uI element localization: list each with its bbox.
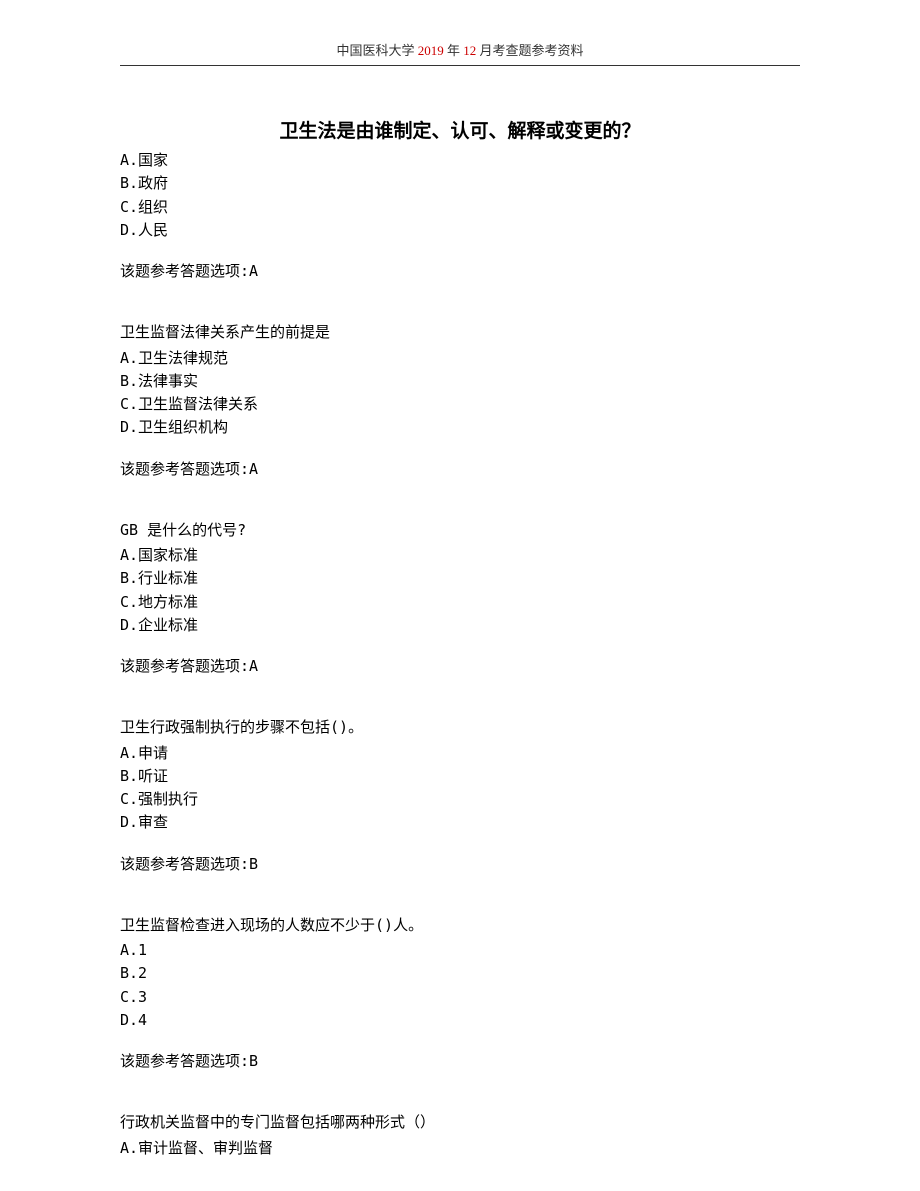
- page-header: 中国医科大学 2019 年 12 月考查题参考资料: [120, 40, 800, 66]
- answer-text: 该题参考答题选项:A: [120, 655, 800, 678]
- option-c: C.地方标准: [120, 591, 800, 614]
- option-c: C.3: [120, 986, 800, 1009]
- question-stem: 卫生行政强制执行的步骤不包括()。: [120, 716, 800, 739]
- question-block: 卫生监督检查进入现场的人数应不少于()人。 A.1 B.2 C.3 D.4 该题…: [120, 914, 800, 1074]
- header-mid: 年: [447, 43, 460, 58]
- answer-text: 该题参考答题选项:B: [120, 853, 800, 876]
- option-d: D.人民: [120, 219, 800, 242]
- question-stem: 行政机关监督中的专门监督包括哪两种形式（）: [120, 1111, 800, 1134]
- option-a: A.卫生法律规范: [120, 347, 800, 370]
- header-suffix: 月考查题参考资料: [480, 43, 584, 58]
- option-a: A.审计监督、审判监督: [120, 1137, 800, 1160]
- header-year: 2019: [414, 43, 447, 58]
- header-month: 12: [460, 43, 480, 58]
- header-prefix: 中国医科大学: [336, 43, 414, 58]
- question-block: 卫生监督法律关系产生的前提是 A.卫生法律规范 B.法律事实 C.卫生监督法律关…: [120, 321, 800, 481]
- option-d: D.审查: [120, 811, 800, 834]
- option-a: A.申请: [120, 742, 800, 765]
- option-b: B.2: [120, 962, 800, 985]
- option-c: C.强制执行: [120, 788, 800, 811]
- option-b: B.法律事实: [120, 370, 800, 393]
- question-block: 卫生行政强制执行的步骤不包括()。 A.申请 B.听证 C.强制执行 D.审查 …: [120, 716, 800, 876]
- question-stem: GB 是什么的代号?: [120, 519, 800, 542]
- option-a: A.国家标准: [120, 544, 800, 567]
- question-stem: 卫生监督法律关系产生的前提是: [120, 321, 800, 344]
- option-d: D.卫生组织机构: [120, 416, 800, 439]
- answer-text: 该题参考答题选项:B: [120, 1050, 800, 1073]
- option-b: B.听证: [120, 765, 800, 788]
- option-d: D.4: [120, 1009, 800, 1032]
- option-b: B.行业标准: [120, 567, 800, 590]
- option-c: C.组织: [120, 196, 800, 219]
- content-body: A.国家 B.政府 C.组织 D.人民 该题参考答题选项:A 卫生监督法律关系产…: [120, 149, 800, 1160]
- option-d: D.企业标准: [120, 614, 800, 637]
- option-b: B.政府: [120, 172, 800, 195]
- question-block: GB 是什么的代号? A.国家标准 B.行业标准 C.地方标准 D.企业标准 该…: [120, 519, 800, 679]
- question-stem: 卫生监督检查进入现场的人数应不少于()人。: [120, 914, 800, 937]
- option-a: A.1: [120, 939, 800, 962]
- option-a: A.国家: [120, 149, 800, 172]
- option-c: C.卫生监督法律关系: [120, 393, 800, 416]
- question-block: A.国家 B.政府 C.组织 D.人民 该题参考答题选项:A: [120, 149, 800, 283]
- answer-text: 该题参考答题选项:A: [120, 260, 800, 283]
- answer-text: 该题参考答题选项:A: [120, 458, 800, 481]
- page-title: 卫生法是由谁制定、认可、解释或变更的？: [120, 116, 800, 143]
- question-block: 行政机关监督中的专门监督包括哪两种形式（） A.审计监督、审判监督: [120, 1111, 800, 1160]
